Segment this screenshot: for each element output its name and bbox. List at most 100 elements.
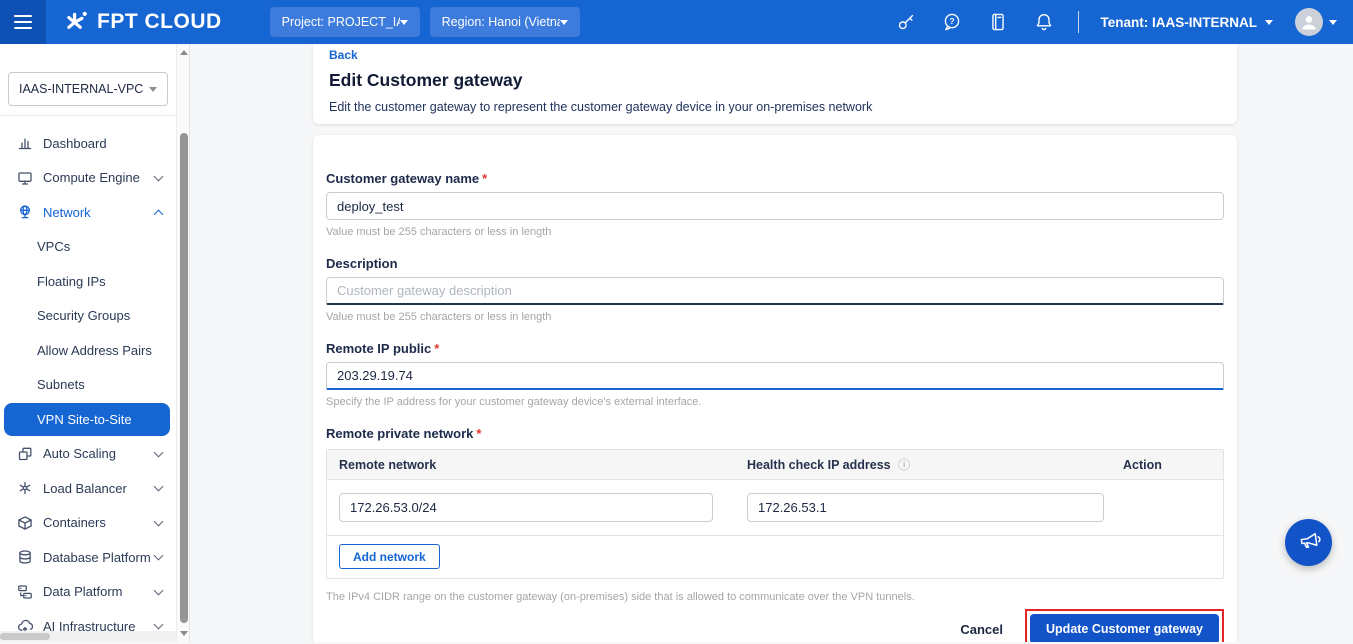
scrollbar-thumb[interactable]	[0, 633, 50, 640]
remote-network-input[interactable]	[339, 493, 713, 522]
chevron-down-icon	[154, 585, 164, 595]
back-link[interactable]: Back	[329, 48, 358, 62]
network-icon	[17, 204, 33, 220]
sidebar-menu: Dashboard Compute Engine Network VPCs Fl…	[0, 116, 176, 644]
help-chat-icon[interactable]: ?	[940, 10, 964, 34]
update-customer-gateway-button[interactable]: Update Customer gateway	[1030, 614, 1219, 642]
containers-icon	[17, 515, 33, 531]
vpc-selector[interactable]: IAAS-INTERNAL-VPC	[8, 72, 168, 106]
info-icon[interactable]: ⓘ	[898, 458, 910, 472]
page-subtitle: Edit the customer gateway to represent t…	[329, 100, 1221, 114]
database-icon	[17, 549, 33, 565]
project-dropdown[interactable]: Project: PROJECT_IAA...	[270, 7, 420, 37]
load-balancer-icon	[17, 480, 33, 496]
sidebar-item-containers[interactable]: Containers	[0, 506, 176, 541]
description-input[interactable]	[326, 277, 1224, 305]
compute-engine-icon	[17, 170, 33, 186]
page-header-card: Back Edit Customer gateway Edit the cust…	[313, 44, 1237, 124]
tenant-dropdown[interactable]: Tenant: IAAS-INTERNAL	[1101, 15, 1274, 30]
account-menu[interactable]	[1295, 8, 1337, 36]
table-row	[327, 480, 1223, 536]
sidebar-item-allow-address-pairs[interactable]: Allow Address Pairs	[0, 333, 176, 368]
sidebar-item-vpcs[interactable]: VPCs	[0, 230, 176, 265]
chevron-down-icon	[154, 482, 164, 492]
chevron-down-icon	[154, 551, 164, 561]
sidebar-item-security-groups[interactable]: Security Groups	[0, 299, 176, 334]
chevron-down-icon	[1329, 20, 1337, 25]
sidebar-item-data-platform[interactable]: Data Platform	[0, 575, 176, 610]
navbar-right: ? Tenant: IAAS-INTERNAL	[894, 8, 1353, 36]
red-highlight-annotation: Update Customer gateway	[1025, 609, 1224, 642]
avatar	[1295, 8, 1323, 36]
divider	[1078, 11, 1079, 33]
sidebar-item-database-platform[interactable]: Database Platform	[0, 540, 176, 575]
field-remote-private-network: Remote private network* Remote network H…	[326, 426, 1224, 603]
description-label: Description	[326, 256, 1224, 271]
health-check-column-header: Health check IP address ⓘ	[747, 456, 1123, 473]
edit-gateway-form-card: Customer gateway name* Value must be 255…	[313, 135, 1237, 642]
remote-private-network-helper-text: The IPv4 CIDR range on the customer gate…	[326, 591, 1224, 603]
sidebar-item-load-balancer[interactable]: Load Balancer	[0, 471, 176, 506]
description-helper-text: Value must be 255 characters or less in …	[326, 311, 1224, 323]
chevron-down-icon	[154, 516, 164, 526]
megaphone-icon	[1297, 528, 1321, 557]
sidebar-item-auto-scaling[interactable]: Auto Scaling	[0, 437, 176, 472]
form-footer: Cancel Update Customer gateway	[326, 609, 1224, 642]
main-content: Back Edit Customer gateway Edit the cust…	[190, 44, 1353, 642]
scroll-up-arrow-icon[interactable]	[180, 50, 188, 55]
required-asterisk: *	[482, 171, 487, 186]
remote-ip-public-input[interactable]	[326, 362, 1224, 390]
sidebar-item-subnets[interactable]: Subnets	[0, 368, 176, 403]
sidebar-item-dashboard[interactable]: Dashboard	[0, 126, 176, 161]
action-column-header: Action	[1123, 458, 1211, 472]
sidebar-item-compute-engine[interactable]: Compute Engine	[0, 161, 176, 196]
chevron-down-icon	[154, 620, 164, 630]
key-icon[interactable]	[894, 10, 918, 34]
top-navbar: FPT CLOUD Project: PROJECT_IAA... Region…	[0, 0, 1353, 44]
menu-toggle-button[interactable]	[0, 0, 46, 44]
announcement-fab-button[interactable]	[1285, 519, 1332, 566]
remote-private-network-label: Remote private network*	[326, 426, 1224, 441]
remote-ip-public-label: Remote IP public*	[326, 341, 1224, 356]
notification-bell-icon[interactable]	[1032, 10, 1056, 34]
chevron-down-icon	[560, 20, 568, 25]
sidebar: IAAS-INTERNAL-VPC Dashboard Compute Engi…	[0, 44, 176, 642]
scrollbar-thumb[interactable]	[180, 133, 188, 623]
name-helper-text: Value must be 255 characters or less in …	[326, 226, 1224, 238]
region-dropdown[interactable]: Region: Hanoi (Vietna...	[430, 7, 580, 37]
scroll-down-arrow-icon[interactable]	[180, 631, 188, 636]
hamburger-icon	[14, 15, 32, 30]
svg-text:?: ?	[949, 16, 954, 26]
chevron-down-icon	[400, 20, 408, 25]
auto-scaling-icon	[17, 446, 33, 462]
brand-logo[interactable]: FPT CLOUD	[64, 7, 222, 38]
user-guide-icon[interactable]	[986, 10, 1010, 34]
chevron-down-icon	[149, 87, 157, 92]
remote-ip-helper-text: Specify the IP address for your customer…	[326, 396, 1224, 408]
health-check-ip-input[interactable]	[747, 493, 1104, 522]
cancel-button[interactable]: Cancel	[952, 616, 1011, 643]
chevron-up-icon	[154, 209, 164, 219]
sidebar-item-floating-ips[interactable]: Floating IPs	[0, 264, 176, 299]
data-platform-icon	[17, 584, 33, 600]
chevron-down-icon	[154, 447, 164, 457]
vertical-scrollbar[interactable]	[176, 44, 190, 642]
sidebar-item-vpn-site-to-site[interactable]: VPN Site-to-Site	[0, 402, 176, 437]
chevron-down-icon	[154, 171, 164, 181]
sidebar-item-network[interactable]: Network	[0, 195, 176, 230]
required-asterisk: *	[476, 426, 481, 441]
sidebar-horizontal-scrollbar[interactable]	[0, 631, 176, 642]
remote-network-table: Remote network Health check IP address ⓘ…	[326, 449, 1224, 579]
table-header-row: Remote network Health check IP address ⓘ…	[327, 450, 1223, 480]
fpt-logo-icon	[64, 7, 90, 38]
field-description: Description Value must be 255 characters…	[326, 256, 1224, 323]
field-remote-ip-public: Remote IP public* Specify the IP address…	[326, 341, 1224, 408]
remote-network-column-header: Remote network	[339, 458, 747, 472]
page-title: Edit Customer gateway	[329, 70, 1221, 91]
customer-gateway-name-input[interactable]	[326, 192, 1224, 220]
field-customer-gateway-name: Customer gateway name* Value must be 255…	[326, 171, 1224, 238]
chevron-down-icon	[1265, 20, 1273, 25]
table-footer: Add network	[327, 536, 1223, 578]
add-network-button[interactable]: Add network	[339, 544, 440, 569]
required-asterisk: *	[434, 341, 439, 356]
